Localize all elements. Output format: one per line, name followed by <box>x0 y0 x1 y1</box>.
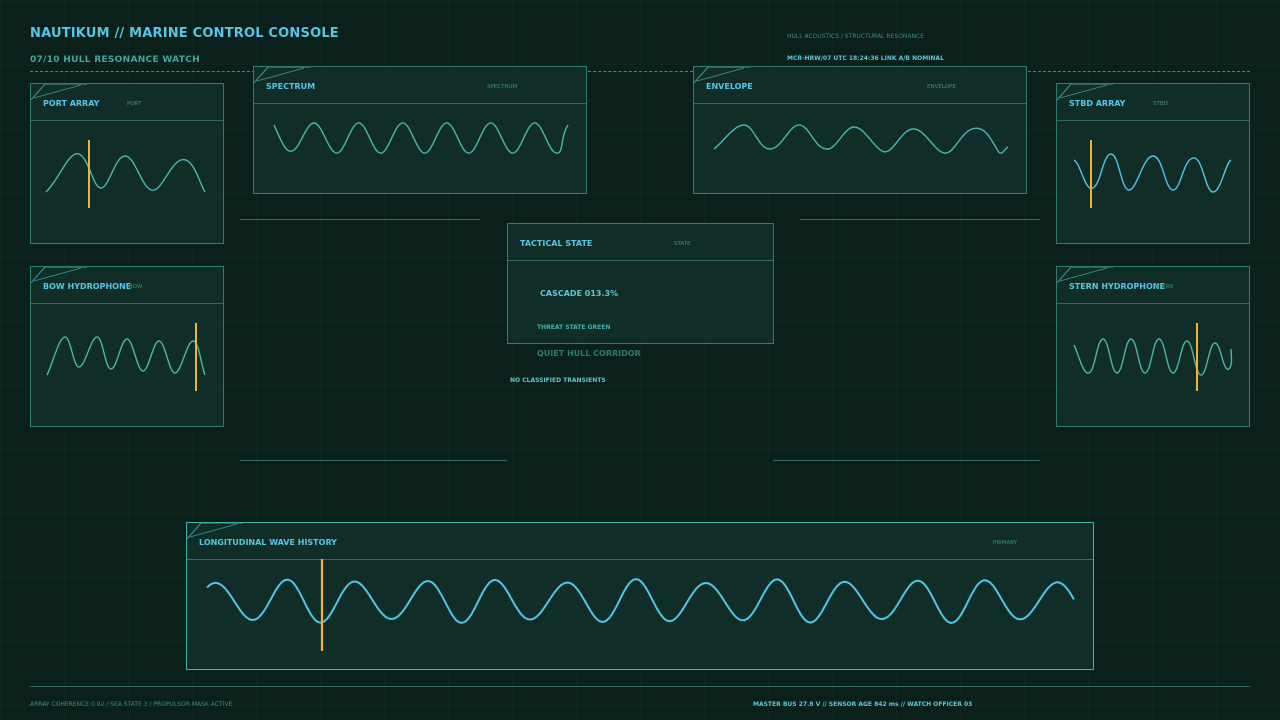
header-rule-left <box>30 71 255 72</box>
spectrum-panel[interactable]: SPECTRUM SPECTRUM <box>253 66 587 194</box>
panel-title: TACTICAL STATE <box>520 239 593 248</box>
bow-hydrophone-waveform <box>46 323 206 391</box>
panel-title: STERN HYDROPHONE <box>1069 282 1165 291</box>
threat-state: THREAT STATE GREEN <box>537 324 611 331</box>
panel-tag: STATE <box>674 241 691 247</box>
stbd-array-waveform <box>1073 140 1232 208</box>
tactical-state-panel[interactable]: TACTICAL STATE STATE CASCADE 013.3% THRE… <box>507 223 774 344</box>
transient-status: NO CLASSIFIED TRANSIENTS <box>510 377 606 384</box>
cascade-readout: CASCADE 013.3% <box>540 289 619 298</box>
console-subtitle: 07/10 HULL RESONANCE WATCH <box>30 55 200 65</box>
stbd-array-panel[interactable]: STBD ARRAY STBD <box>1056 83 1250 244</box>
header-link-status: MCR-HRW/07 UTC 18:24:36 LINK A/B NOMINAL <box>787 55 944 62</box>
stern-hydrophone-panel[interactable]: STERN HYDROPHONE STERN <box>1056 266 1250 427</box>
connector-line <box>773 460 1040 461</box>
header-rule-mid <box>588 71 693 72</box>
connector-line <box>240 219 480 220</box>
connector-line <box>800 219 1040 220</box>
spectrum-waveform <box>273 122 569 154</box>
envelope-waveform <box>713 124 1009 154</box>
panel-title: PORT ARRAY <box>43 99 100 108</box>
console-title: NAUTIKUM // MARINE CONTROL CONSOLE <box>30 26 339 41</box>
header-rule-right <box>1028 71 1250 72</box>
panel-title: BOW HYDROPHONE <box>43 282 132 291</box>
panel-title: ENVELOPE <box>706 82 753 91</box>
corridor-status: QUIET HULL CORRIDOR <box>537 349 641 358</box>
bow-hydrophone-panel[interactable]: BOW HYDROPHONE BOW <box>30 266 224 427</box>
stern-hydrophone-waveform <box>1073 323 1233 391</box>
panel-tag: STERN <box>1155 284 1174 290</box>
footer-rule <box>30 686 1250 687</box>
connector-line <box>240 460 507 461</box>
port-array-panel[interactable]: PORT ARRAY PORT <box>30 83 224 244</box>
header-system-label: HULL ACOUSTICS / STRUCTURAL RESONANCE <box>787 33 924 40</box>
wave-history-waveform <box>206 559 1075 651</box>
port-array-waveform <box>45 140 206 208</box>
panel-tag: PORT <box>127 101 142 107</box>
footer-status-left: ARRAY COHERENCE 0.92 / SEA STATE 3 / PRO… <box>30 701 233 708</box>
panel-tag: STBD <box>1153 101 1168 107</box>
envelope-panel[interactable]: ENVELOPE ENVELOPE <box>693 66 1027 194</box>
panel-tag: PRIMARY <box>993 540 1018 546</box>
panel-tag: SPECTRUM <box>487 84 518 90</box>
footer-status-right: MASTER BUS 27.8 V // SENSOR AGE 842 ms /… <box>753 701 973 708</box>
panel-tag: BOW <box>129 284 143 290</box>
wave-history-panel[interactable]: LONGITUDINAL WAVE HISTORY PRIMARY <box>186 522 1094 670</box>
panel-tag: ENVELOPE <box>927 84 956 90</box>
panel-title: SPECTRUM <box>266 82 316 91</box>
panel-title: LONGITUDINAL WAVE HISTORY <box>199 538 337 547</box>
panel-title: STBD ARRAY <box>1069 99 1126 108</box>
